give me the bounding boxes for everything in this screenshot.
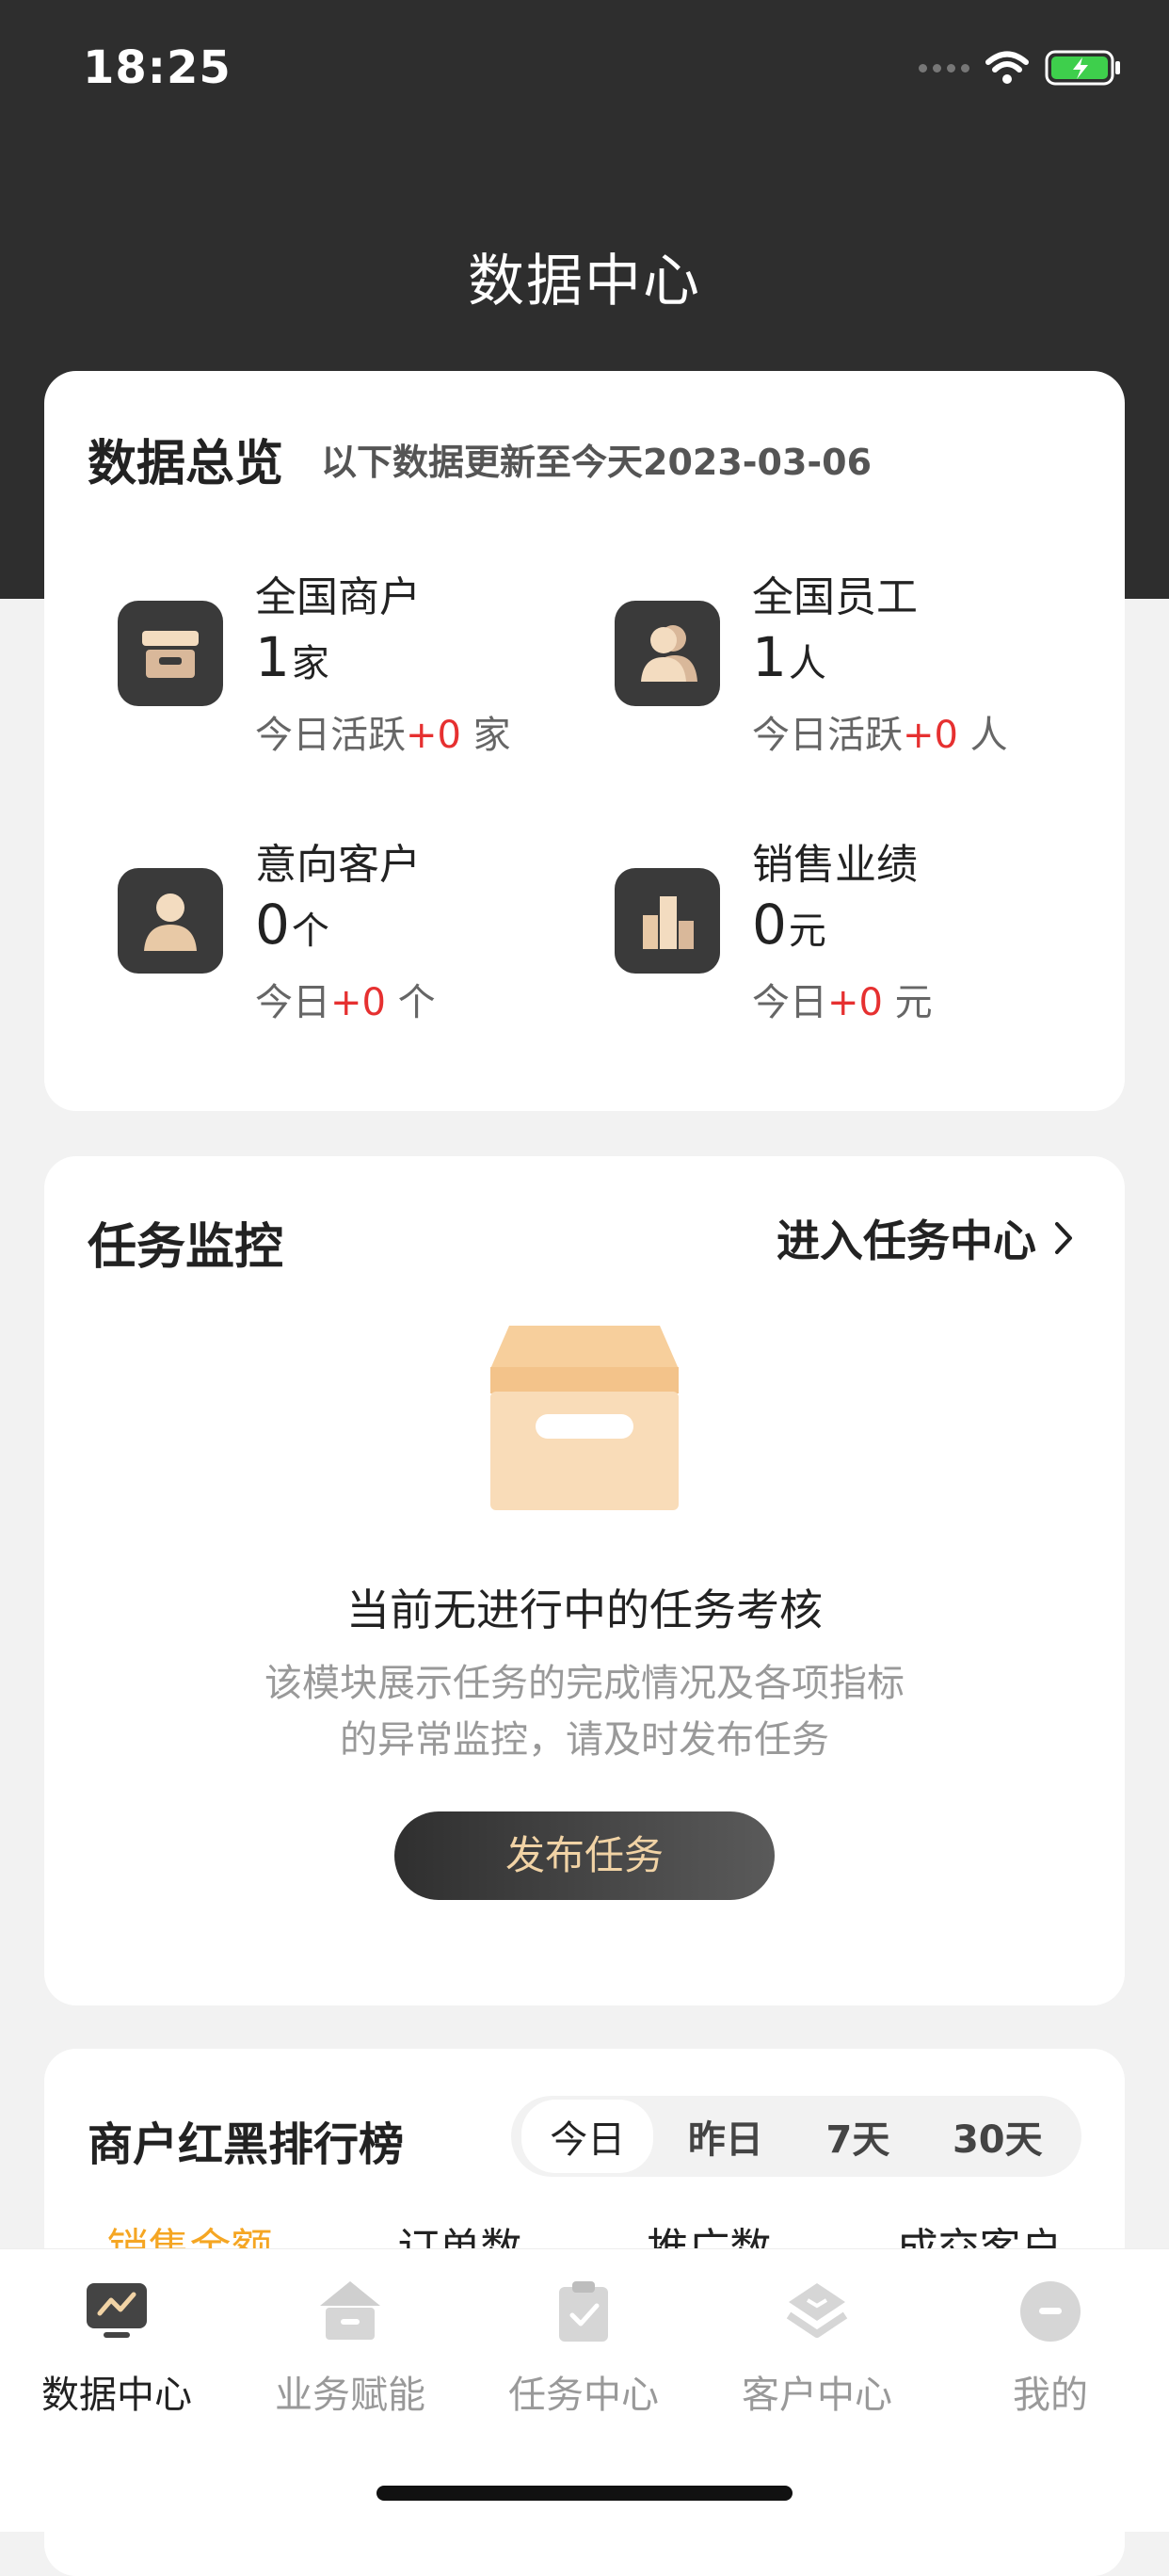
link-label: 进入任务中心 [777,1216,1036,1266]
stat-staff[interactable]: 全国员工 1人 今日活跃+0 人 [615,563,1104,780]
tab-data-center[interactable]: 数据中心 [0,2278,233,2419]
stat-sub: 今日活跃+0 人 [752,714,1008,757]
period-option-7days[interactable]: 7天 [798,2100,919,2173]
overview-card: 数据总览 以下数据更新至今天2023-03-06 全国商户 1家 今日活跃+0 … [44,371,1125,1111]
enter-task-center-link[interactable]: 进入任务中心 [777,1207,1074,1269]
tab-label: 我的 [1013,2374,1088,2417]
profile-icon [1017,2278,1084,2345]
tab-label: 任务中心 [508,2374,659,2417]
status-icons [919,49,1122,87]
tab-label: 客户中心 [742,2374,892,2417]
tab-customer-center[interactable]: 客户中心 [700,2278,934,2419]
stat-label: 意向客户 [255,841,421,889]
sales-chart-icon [615,868,720,974]
stat-value: 0个 [255,893,329,957]
empty-box-icon [490,1326,679,1510]
stat-sub: 今日+0 个 [255,981,436,1024]
overview-title: 数据总览 [88,436,284,492]
customer-center-icon [783,2278,851,2345]
publish-task-button[interactable]: 发布任务 [394,1811,775,1900]
battery-icon [1045,50,1120,86]
stat-merchants[interactable]: 全国商户 1家 今日活跃+0 家 [118,563,607,780]
stat-prospects[interactable]: 意向客户 0个 今日+0 个 [118,830,607,1047]
chevron-right-icon [1055,1222,1072,1254]
wifi-icon [985,51,1029,84]
tab-label: 业务赋能 [275,2374,425,2417]
home-indicator[interactable] [376,2486,793,2501]
staff-icon [615,601,720,706]
signal-icon [919,63,969,72]
stat-label: 销售业绩 [752,841,918,889]
period-option-30days[interactable]: 30天 [924,2100,1071,2173]
tab-label: 数据中心 [41,2374,192,2417]
period-selector: 今日 昨日 7天 30天 [511,2096,1081,2177]
customer-icon [118,868,223,974]
store-icon [118,601,223,706]
stat-label: 全国商户 [255,573,421,621]
empty-description: 该模块展示任务的完成情况及各项指标 的异常监控，请及时发布任务 [264,1662,905,1762]
data-center-icon [83,2278,151,2345]
ranking-title: 商户红黑排行榜 [88,2118,405,2171]
stat-value: 1人 [752,625,826,689]
task-monitor-title: 任务监控 [88,1219,284,1276]
stat-label: 全国员工 [752,573,918,621]
period-option-yesterday[interactable]: 昨日 [660,2100,792,2173]
stat-sub: 今日+0 元 [752,981,933,1024]
tab-profile[interactable]: 我的 [934,2278,1167,2419]
task-icon [550,2278,617,2345]
tab-business[interactable]: 业务赋能 [233,2278,467,2419]
status-time: 18:25 [83,41,232,94]
business-icon [316,2278,384,2345]
task-monitor-card: 任务监控 进入任务中心 当前无进行中的任务考核 该模块展示任务的完成情况及各项指… [44,1156,1125,2005]
stat-value: 0元 [752,893,826,957]
tab-task-center[interactable]: 任务中心 [467,2278,700,2419]
update-note: 以下数据更新至今天2023-03-06 [321,442,873,483]
stat-sales[interactable]: 销售业绩 0元 今日+0 元 [615,830,1104,1047]
stat-sub: 今日活跃+0 家 [255,714,511,757]
empty-title: 当前无进行中的任务考核 [346,1585,823,1635]
stat-value: 1家 [255,625,329,689]
page-title: 数据中心 [468,249,701,314]
period-option-today[interactable]: 今日 [521,2100,654,2173]
